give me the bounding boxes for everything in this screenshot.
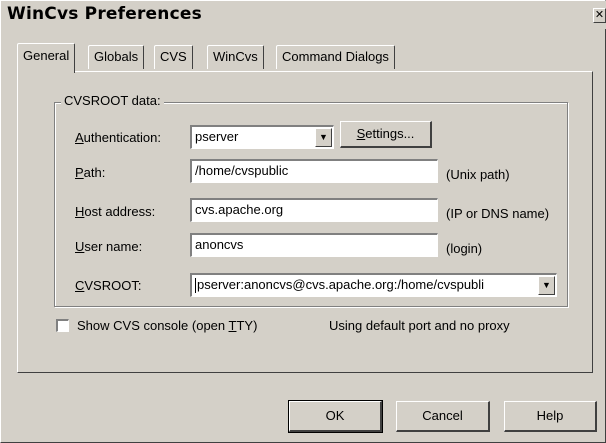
path-label: Path: xyxy=(75,165,106,180)
tab-wincvs-label: WinCvs xyxy=(213,49,258,64)
path-input[interactable]: /home/cvspublic xyxy=(190,159,438,183)
tab-cvs[interactable]: CVS xyxy=(154,45,193,69)
authentication-select[interactable]: pserver ▼ xyxy=(190,125,334,149)
settings-button[interactable]: Settings... xyxy=(340,121,432,148)
tab-general-label: General xyxy=(23,48,70,63)
ok-button[interactable]: OK xyxy=(288,400,383,433)
tab-globals[interactable]: Globals xyxy=(88,45,145,69)
user-name-input[interactable]: anoncvs xyxy=(190,233,438,257)
authentication-dropdown-button[interactable]: ▼ xyxy=(315,128,332,147)
cvsroot-combo[interactable]: pserver:anoncvs@cvs.apache.org:/home/cvs… xyxy=(190,273,557,297)
authentication-value: pserver xyxy=(195,129,239,144)
help-label: Help xyxy=(536,408,564,423)
chevron-down-icon: ▼ xyxy=(542,280,551,290)
close-button[interactable]: ✕ xyxy=(593,8,606,23)
dialog-title: WinCvs Preferences xyxy=(7,4,202,24)
tab-general[interactable]: General xyxy=(17,43,76,73)
preferences-dialog: WinCvs Preferences ✕ General Globals CVS… xyxy=(0,0,606,443)
user-name-label: User name: xyxy=(75,239,143,254)
tab-command-dialogs-label: Command Dialogs xyxy=(282,49,389,64)
authentication-label: Authentication: xyxy=(75,130,162,145)
ok-label: OK xyxy=(325,408,345,423)
tab-cvs-label: CVS xyxy=(160,49,187,64)
chevron-down-icon: ▼ xyxy=(319,132,328,142)
cvsroot-value: pserver:anoncvs@cvs.apache.org:/home/cvs… xyxy=(197,277,485,292)
cvsroot-dropdown-button[interactable]: ▼ xyxy=(538,276,555,295)
host-address-label: Host address: xyxy=(75,204,156,219)
path-value: /home/cvspublic xyxy=(195,163,289,178)
cvsroot-label: CVSROOT: xyxy=(75,278,142,293)
tab-globals-label: Globals xyxy=(94,49,139,64)
show-console-label[interactable]: Show CVS console (open TTY) xyxy=(77,318,257,334)
proxy-status-text: Using default port and no proxy xyxy=(329,318,510,333)
show-console-checkbox[interactable] xyxy=(56,319,69,332)
user-name-value: anoncvs xyxy=(195,237,244,252)
close-icon: ✕ xyxy=(594,9,605,21)
tab-command-dialogs[interactable]: Command Dialogs xyxy=(276,45,395,69)
cancel-button[interactable]: Cancel xyxy=(396,401,490,432)
host-address-hint: (IP or DNS name) xyxy=(446,206,550,221)
host-address-input[interactable]: cvs.apache.org xyxy=(190,198,438,222)
path-hint: (Unix path) xyxy=(446,167,510,182)
tab-wincvs[interactable]: WinCvs xyxy=(207,45,264,69)
title-bar: WinCvs Preferences ✕ xyxy=(1,1,606,29)
help-button[interactable]: Help xyxy=(504,401,597,432)
user-name-hint: (login) xyxy=(446,241,483,256)
host-address-value: cvs.apache.org xyxy=(195,202,284,217)
text-cursor xyxy=(195,278,196,294)
cancel-label: Cancel xyxy=(422,408,463,423)
cvsroot-group-legend: CVSROOT data: xyxy=(61,93,164,109)
